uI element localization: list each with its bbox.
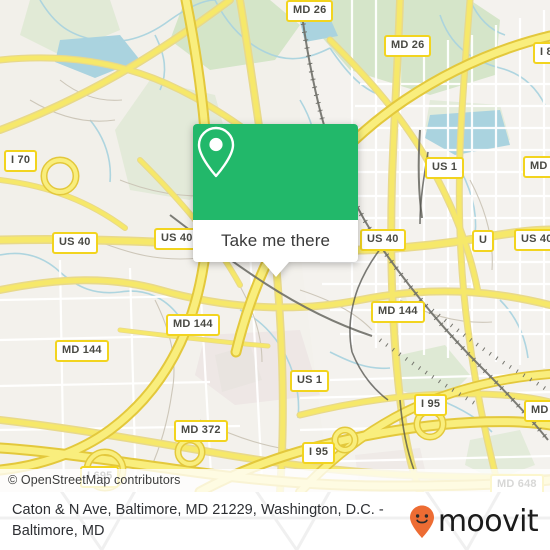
road-shield: MD 6 xyxy=(524,400,550,422)
callout-pointer xyxy=(262,262,289,277)
callout-action-label: Take me there xyxy=(220,231,331,250)
road-shield: US 40 xyxy=(52,232,98,254)
moovit-wordmark: moovit xyxy=(437,504,539,539)
road-shield: MD 26 xyxy=(384,35,432,57)
map-attribution[interactable]: © OpenStreetMap contributors xyxy=(0,469,550,492)
moovit-map-screenshot: MD 26 MD 26 I 8 I 70 US 1 MD 1 US 40 US 40 US 40… xyxy=(0,0,550,550)
road-shield: MD 144 xyxy=(166,314,220,336)
map-pin-icon xyxy=(197,126,235,178)
road-shield: MD 1 xyxy=(523,156,550,178)
road-shield: I 70 xyxy=(4,150,38,172)
road-shield: US 1 xyxy=(290,370,330,392)
take-me-there-callout[interactable]: Take me there xyxy=(193,124,358,277)
moovit-logo[interactable]: moovit xyxy=(408,504,539,540)
road-shield: I 95 xyxy=(302,442,336,464)
location-title: Caton & N Ave, Baltimore, MD 21229, Wash… xyxy=(12,502,384,539)
road-shield: US 40 xyxy=(360,229,406,251)
road-shield: MD 372 xyxy=(174,420,228,442)
moovit-pin-icon xyxy=(409,505,434,538)
road-shield: MD 26 xyxy=(286,0,334,22)
road-shield: MD 144 xyxy=(371,301,425,323)
road-shield: U xyxy=(472,230,495,252)
callout-action[interactable]: Take me there xyxy=(193,220,358,262)
road-shield: US 1 xyxy=(425,157,465,179)
road-shield: MD 144 xyxy=(55,340,109,362)
footer-bar: Caton & N Ave, Baltimore, MD 21229, Wash… xyxy=(0,492,550,550)
callout-header xyxy=(193,124,358,220)
road-shield: I 8 xyxy=(533,42,550,64)
road-shield: I 95 xyxy=(414,394,448,416)
road-shield: US 40 xyxy=(514,229,550,251)
map-canvas[interactable]: MD 26 MD 26 I 8 I 70 US 1 MD 1 US 40 US 40 US 40… xyxy=(0,0,550,492)
